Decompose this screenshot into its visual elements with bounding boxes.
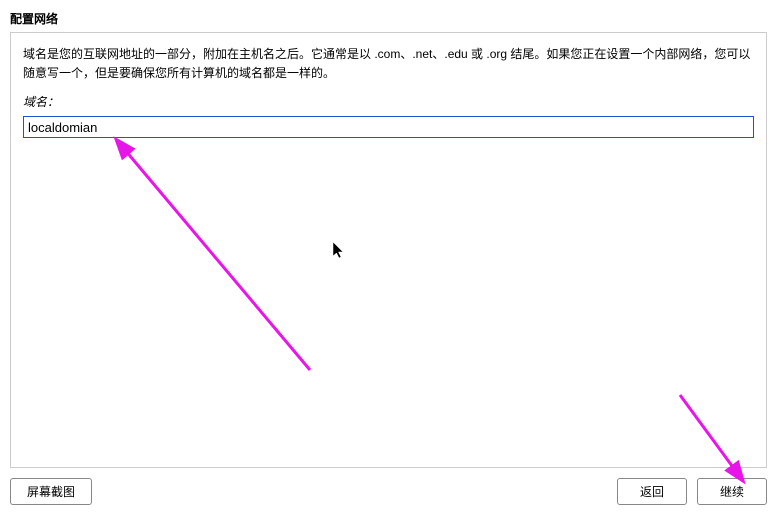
screenshot-button[interactable]: 屏幕截图	[10, 478, 92, 505]
description-text: 域名是您的互联网地址的一部分，附加在主机名之后。它通常是以 .com、.net、…	[23, 45, 754, 83]
content-panel: 域名是您的互联网地址的一部分，附加在主机名之后。它通常是以 .com、.net、…	[10, 32, 767, 468]
domain-input[interactable]	[23, 116, 754, 138]
continue-button[interactable]: 继续	[697, 478, 767, 505]
footer-bar: 屏幕截图 返回 继续	[0, 468, 777, 515]
back-button[interactable]: 返回	[617, 478, 687, 505]
domain-field-label: 域名：	[23, 93, 754, 110]
page-title: 配置网络	[0, 0, 777, 32]
